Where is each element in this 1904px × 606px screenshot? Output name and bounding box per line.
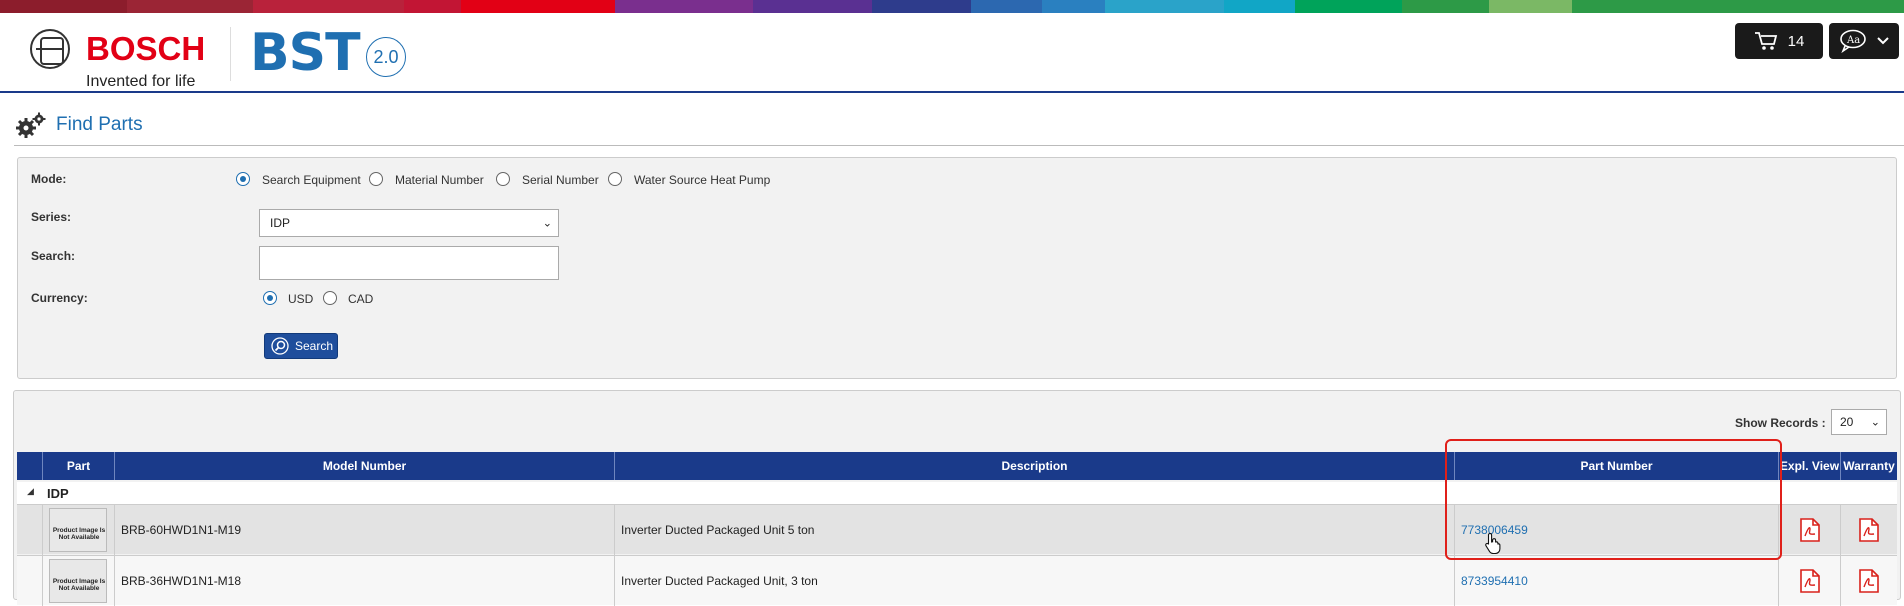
row-spacer xyxy=(17,556,43,606)
mode-radio-search-equipment[interactable] xyxy=(236,172,250,186)
pdf-icon[interactable] xyxy=(1799,569,1820,593)
row-spacer xyxy=(17,505,43,555)
mode-radio-serial-number[interactable] xyxy=(496,172,510,186)
column-header-description[interactable]: Description xyxy=(615,452,1455,480)
translate-chat-icon: Aa xyxy=(1840,29,1866,53)
brand-color-stripe xyxy=(0,0,1904,13)
search-icon xyxy=(271,337,289,355)
currency-radio-usd[interactable] xyxy=(263,291,277,305)
expl-view-cell xyxy=(1779,505,1841,555)
search-input[interactable] xyxy=(259,246,559,280)
series-select-value: IDP xyxy=(270,216,291,230)
bosch-armature-icon xyxy=(30,29,70,69)
chevron-down-icon: ⌄ xyxy=(542,217,552,230)
group-label: IDP xyxy=(47,486,69,501)
product-image-placeholder: Product Image Is Not Available xyxy=(49,559,107,603)
part-image-cell: Product Image Is Not Available xyxy=(43,556,115,606)
no-image-text: Product Image Is Not Available xyxy=(52,527,106,541)
no-image-text: Product Image Is Not Available xyxy=(52,578,106,592)
mode-radio-water-source-heat-pump[interactable] xyxy=(608,172,622,186)
page-title-bar: Find Parts xyxy=(14,112,1904,146)
warranty-cell xyxy=(1841,556,1897,606)
brand-tagline: Invented for life xyxy=(86,73,196,90)
series-label: Series: xyxy=(31,210,72,224)
show-records-label: Show Records : xyxy=(1735,416,1826,430)
part-image-cell: Product Image Is Not Available xyxy=(43,505,115,555)
cart-icon xyxy=(1754,32,1777,50)
pdf-icon[interactable] xyxy=(1859,569,1879,593)
expl-view-cell xyxy=(1779,556,1841,606)
column-header-warranty[interactable]: Warranty xyxy=(1841,452,1897,480)
mode-radio-material-number[interactable] xyxy=(369,172,383,186)
svg-text:Aa: Aa xyxy=(1846,35,1860,46)
logo-divider xyxy=(230,27,231,81)
pdf-icon[interactable] xyxy=(1859,518,1879,542)
mode-label: Mode: xyxy=(31,172,67,186)
app-logo[interactable]: BST xyxy=(250,23,361,83)
currency-radio-cad[interactable] xyxy=(323,291,337,305)
description-cell: Inverter Ducted Packaged Unit 5 ton xyxy=(615,505,1455,555)
collapse-triangle-icon[interactable]: ◢ xyxy=(27,486,34,497)
model-number-cell: BRB-60HWD1N1-M19 xyxy=(115,505,615,555)
cart-count: 14 xyxy=(1787,32,1805,50)
show-records-value: 20 xyxy=(1840,415,1854,429)
column-header-part[interactable]: Part xyxy=(43,452,115,480)
pdf-icon[interactable] xyxy=(1799,518,1820,542)
mode-option-label: Search Equipment xyxy=(262,173,361,187)
currency-label: Currency: xyxy=(31,291,88,305)
app-version-badge: 2.0 xyxy=(366,37,406,77)
warranty-cell xyxy=(1841,505,1897,555)
series-select[interactable]: IDP ⌄ xyxy=(259,209,559,237)
table-row[interactable]: Product Image Is Not Available BRB-36HWD… xyxy=(17,555,1897,606)
mode-option-label: Water Source Heat Pump xyxy=(634,173,771,187)
show-records-select[interactable]: 20 ⌄ xyxy=(1831,409,1887,435)
model-number-cell: BRB-36HWD1N1-M18 xyxy=(115,556,615,606)
search-button-label: Search xyxy=(295,339,334,353)
search-label: Search: xyxy=(31,249,76,263)
currency-option-label: CAD xyxy=(348,292,374,306)
part-number-link[interactable]: 8733954410 xyxy=(1455,556,1779,606)
language-menu-button[interactable]: Aa xyxy=(1829,23,1899,59)
cart-button[interactable]: 14 xyxy=(1735,23,1823,59)
mode-option-label: Serial Number xyxy=(522,173,599,187)
chevron-down-icon: ⌄ xyxy=(1870,416,1880,429)
product-image-placeholder: Product Image Is Not Available xyxy=(49,508,107,552)
description-cell: Inverter Ducted Packaged Unit, 3 ton xyxy=(615,556,1455,606)
chevron-down-icon xyxy=(1877,37,1889,45)
column-header-model-number[interactable]: Model Number xyxy=(115,452,615,480)
mode-option-label: Material Number xyxy=(395,173,484,187)
site-header: BOSCH Invented for life BST 2.0 14 Aa xyxy=(0,13,1904,93)
gears-icon xyxy=(16,112,46,140)
page-title: Find Parts xyxy=(56,114,143,135)
hand-cursor-icon xyxy=(1485,532,1501,554)
column-header-expl-view[interactable]: Expl. View xyxy=(1779,452,1841,480)
header-spacer xyxy=(17,452,43,480)
search-button[interactable]: Search xyxy=(264,333,338,359)
brand-name: BOSCH xyxy=(86,30,206,67)
currency-option-label: USD xyxy=(288,292,314,306)
